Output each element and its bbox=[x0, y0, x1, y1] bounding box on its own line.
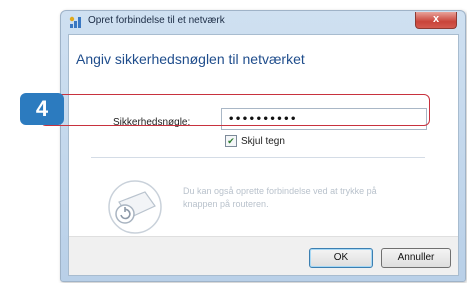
divider bbox=[91, 157, 425, 158]
title-bar[interactable]: Opret forbindelse til et netværk x bbox=[61, 11, 465, 33]
connect-to-network-dialog: Opret forbindelse til et netværk x Angiv… bbox=[60, 10, 466, 282]
window-title: Opret forbindelse til et netværk bbox=[88, 15, 225, 26]
dialog-content: Angiv sikkerhedsnøglen til netværket Sik… bbox=[68, 34, 459, 276]
step-number-badge: 4 bbox=[20, 93, 64, 125]
dialog-heading: Angiv sikkerhedsnøglen til netværket bbox=[76, 51, 305, 67]
network-icon bbox=[69, 16, 81, 28]
router-hint-text: Du kan også oprette forbindelse ved at t… bbox=[183, 186, 377, 209]
cancel-button[interactable]: Annuller bbox=[381, 248, 451, 268]
ok-button[interactable]: OK bbox=[309, 248, 373, 268]
checkmark-icon: ✔ bbox=[227, 136, 235, 146]
hide-characters-checkbox[interactable]: ✔ bbox=[225, 135, 237, 147]
router-push-button-icon bbox=[108, 180, 162, 234]
hide-characters-row[interactable]: ✔ Skjul tegn bbox=[225, 134, 285, 148]
close-button[interactable]: x bbox=[415, 12, 457, 29]
hide-characters-label[interactable]: Skjul tegn bbox=[241, 136, 285, 147]
button-bar: OK Annuller bbox=[69, 236, 458, 275]
highlight-frame bbox=[40, 94, 430, 126]
